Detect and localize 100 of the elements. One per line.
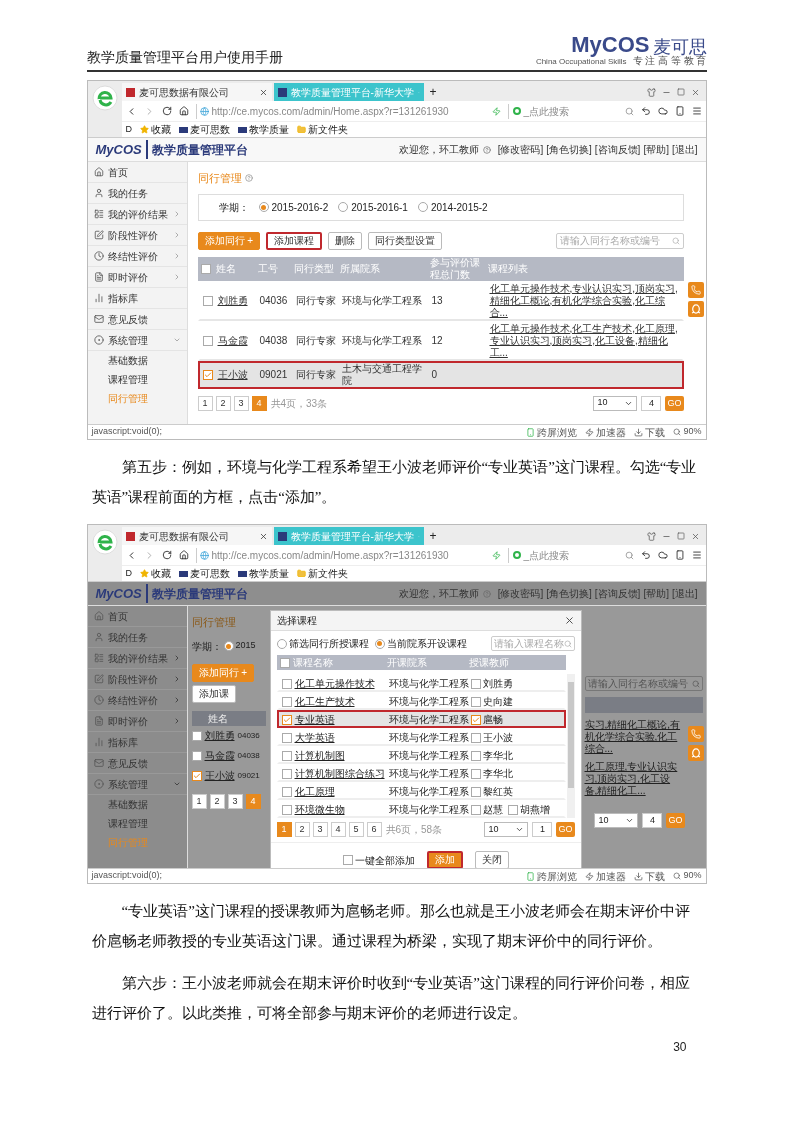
search-icon[interactable] (624, 550, 634, 560)
browser-logo-icon[interactable] (91, 85, 118, 111)
cloud-icon[interactable] (657, 550, 668, 560)
checkbox[interactable] (281, 804, 292, 815)
header-link[interactable]: [角色切换] (546, 142, 592, 157)
page-size-select[interactable]: 10 (484, 822, 529, 837)
sidebar-item[interactable]: 即时评价 (87, 267, 187, 288)
skin-icon[interactable] (646, 87, 656, 97)
home-icon[interactable] (178, 106, 189, 116)
checkbox[interactable] (470, 786, 481, 797)
teacher-name[interactable]: 李华北 (482, 766, 513, 781)
add-all-label[interactable]: 一键全部添加 (354, 852, 415, 868)
phone-icon[interactable] (674, 550, 685, 560)
checkbox[interactable] (470, 750, 481, 761)
chat-button[interactable] (687, 745, 704, 761)
table-cell[interactable]: 刘胜勇 (204, 728, 235, 743)
checkbox[interactable] (470, 696, 481, 707)
button[interactable]: 关闭 (474, 851, 509, 869)
skin-icon[interactable] (646, 531, 656, 541)
bookmark-item[interactable]: 新文件夹 (297, 566, 348, 581)
header-link[interactable]: [咨询反馈] (594, 586, 641, 601)
radio-button[interactable] (338, 202, 349, 212)
header-link[interactable]: [修改密码] (497, 586, 544, 601)
checkbox[interactable] (202, 335, 213, 346)
header-link[interactable]: [角色切换] (546, 586, 592, 601)
header-link[interactable]: [帮助] (643, 586, 669, 601)
search-field[interactable]: _点此搜索 (507, 103, 618, 119)
close-icon[interactable] (690, 531, 700, 541)
sidebar-item[interactable]: 意见反馈 (87, 309, 187, 330)
teacher-name[interactable]: 王小波 (482, 730, 513, 745)
sidebar-item[interactable]: 指标库 (87, 732, 187, 753)
table-cell[interactable]: 环境微生物 (294, 802, 389, 817)
page-button[interactable]: 2 (215, 395, 231, 411)
cloud-icon[interactable] (657, 106, 668, 116)
table-cell[interactable]: 马金霞 (204, 748, 235, 763)
search-field[interactable]: _点此搜索 (507, 547, 618, 563)
checkbox[interactable] (281, 732, 292, 743)
sidebar-item[interactable]: 终结性评价 (87, 690, 187, 711)
table-cell[interactable]: 计算机制图综合练习 (294, 766, 389, 781)
page-button[interactable]: 3 (312, 822, 328, 837)
bookmark-item[interactable]: 教学质量 (238, 122, 289, 137)
undo-icon[interactable] (640, 106, 651, 116)
table-cell[interactable]: 马金霞 (215, 334, 258, 347)
page-button[interactable]: 2 (209, 793, 225, 809)
browser-tab[interactable]: 麦可思数据有限公司 (121, 83, 272, 101)
checkbox[interactable] (470, 714, 481, 725)
checkbox[interactable] (281, 696, 292, 707)
status-button[interactable]: 跨屏浏览 (526, 424, 578, 440)
term-option[interactable]: 2015-2016-1 (351, 199, 408, 215)
status-button[interactable]: 加速器 (585, 424, 627, 440)
teacher-name[interactable]: 史向建 (482, 694, 513, 709)
scope-option[interactable]: 筛选同行所授课程 (288, 636, 369, 651)
checkbox[interactable] (281, 678, 292, 689)
radio-button[interactable] (417, 202, 428, 212)
button[interactable]: 添加课程 (266, 231, 323, 250)
checkbox[interactable] (281, 750, 292, 761)
sidebar-item[interactable]: 首页 (87, 606, 187, 627)
term-option[interactable]: 2015 (235, 639, 256, 653)
radio-button[interactable] (374, 638, 385, 649)
table-cell[interactable]: 化工生产技术 (294, 694, 389, 709)
close-icon[interactable] (563, 615, 575, 626)
checkbox[interactable] (281, 768, 292, 779)
page-jump-field[interactable]: 4 (641, 395, 662, 411)
sidebar-item[interactable]: 我的评价结果 (87, 204, 187, 225)
chat-button[interactable] (687, 301, 704, 317)
new-tab-button[interactable]: + (425, 83, 441, 101)
page-size-select[interactable]: 10 (593, 395, 638, 411)
teacher-name[interactable]: 黎红英 (482, 784, 513, 799)
table-cell[interactable]: 化工原理 (294, 784, 389, 799)
zoom-control[interactable]: 90% (673, 869, 702, 883)
checkbox[interactable] (470, 732, 481, 743)
home-icon[interactable] (178, 550, 189, 560)
radio-button[interactable] (276, 638, 287, 649)
button[interactable]: 删除 (328, 231, 363, 250)
checkbox[interactable] (507, 804, 518, 815)
sidebar-item[interactable]: 我的任务 (87, 183, 187, 204)
teacher-name[interactable]: 李华北 (482, 748, 513, 763)
checkbox[interactable] (470, 678, 481, 689)
page-button[interactable]: 1 (191, 793, 207, 809)
checkbox[interactable] (281, 786, 292, 797)
table-cell[interactable]: 化工单元操作技术 (294, 676, 389, 691)
sidebar-item[interactable]: 阶段性评价 (87, 225, 187, 246)
page-button[interactable]: 2 (294, 822, 310, 837)
browser-logo-icon[interactable] (91, 529, 118, 555)
maximize-icon[interactable] (676, 532, 685, 540)
checkbox[interactable] (202, 295, 213, 306)
checkbox[interactable] (342, 855, 353, 865)
checkbox[interactable] (191, 730, 202, 741)
menu-icon[interactable] (691, 550, 702, 560)
sidebar-item[interactable]: 指标库 (87, 288, 187, 309)
help-icon[interactable] (482, 145, 491, 154)
page-size-select[interactable]: 10 (594, 813, 639, 828)
header-link[interactable]: [退出] (671, 142, 698, 157)
checkbox[interactable] (191, 770, 202, 781)
header-link[interactable]: [帮助] (643, 142, 669, 157)
teacher-name[interactable]: 刘胜勇 (482, 676, 513, 691)
menu-icon[interactable] (691, 106, 702, 116)
sidebar-item[interactable]: 系统管理 (87, 330, 187, 351)
lightning-icon[interactable] (491, 550, 501, 560)
sidebar-item[interactable]: 我的评价结果 (87, 648, 187, 669)
